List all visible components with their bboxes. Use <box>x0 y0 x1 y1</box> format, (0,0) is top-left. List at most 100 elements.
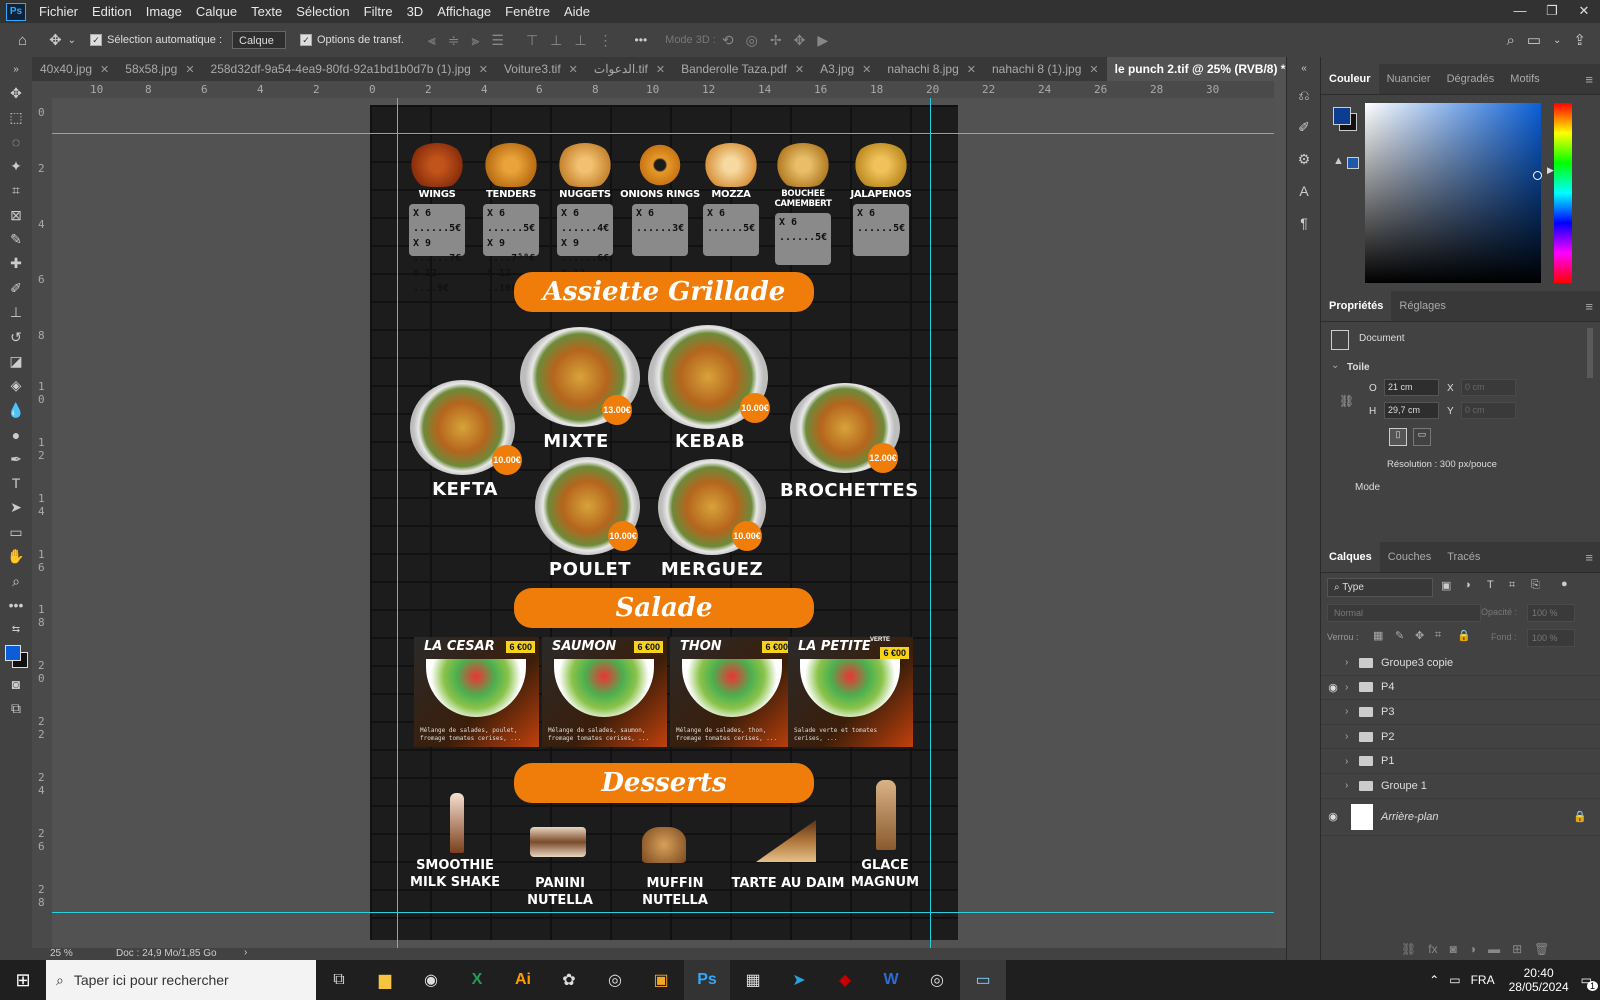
width-field[interactable]: 21 cm <box>1384 379 1439 396</box>
layer-p1[interactable]: › P1 <box>1321 749 1600 774</box>
guide-vertical-right[interactable] <box>930 98 931 950</box>
menu-texte[interactable]: Texte <box>244 4 289 19</box>
history-brush-icon[interactable]: ↺ <box>0 325 32 349</box>
menu-fenetre[interactable]: Fenêtre <box>498 4 557 19</box>
color-swap-icon[interactable]: ⇆ <box>0 618 32 642</box>
landscape-icon[interactable]: ▭ <box>1413 428 1431 446</box>
layer-arriere-plan[interactable]: ◉ Arrière-plan 🔒 <box>1321 799 1600 836</box>
blend-mode-dropdown[interactable]: Normal <box>1327 604 1481 622</box>
height-field[interactable]: 29,7 cm <box>1384 402 1439 419</box>
chrome-icon[interactable]: ◎ <box>914 960 960 1000</box>
menu-image[interactable]: Image <box>139 4 189 19</box>
align-center-icon[interactable]: ≑ <box>448 32 460 49</box>
transform-options-checkbox[interactable]: ✓ Options de transf. <box>300 34 404 46</box>
screen-mode-icon[interactable]: ⧉ <box>0 696 32 720</box>
history-icon[interactable]: ⎌ <box>1287 79 1321 111</box>
zoom-level[interactable]: 25 % <box>50 948 73 959</box>
blur-tool-icon[interactable]: 💧 <box>0 398 32 422</box>
tab-invitations[interactable]: الدعوات.tif ✕ <box>586 57 673 81</box>
new-layer-icon[interactable]: ⊞ <box>1512 942 1522 956</box>
3d-slide-icon[interactable]: ✥ <box>794 32 806 49</box>
menu-aide[interactable]: Aide <box>557 4 597 19</box>
chevron-right-icon[interactable]: › <box>1345 780 1359 791</box>
new-group-icon[interactable]: ▬ <box>1488 942 1500 956</box>
menu-calque[interactable]: Calque <box>189 4 244 19</box>
3d-pan-icon[interactable]: ✢ <box>770 32 782 49</box>
layer-p3[interactable]: › P3 <box>1321 700 1600 725</box>
tab-motifs[interactable]: Motifs <box>1502 64 1547 94</box>
dodge-tool-icon[interactable]: ● <box>0 422 32 446</box>
brush-tool-icon[interactable]: ✐ <box>0 276 32 300</box>
auto-select-checkbox[interactable]: ✓ Sélection automatique : <box>90 34 222 46</box>
path-select-icon[interactable]: ➤ <box>0 496 32 520</box>
restore-icon[interactable]: ❐ <box>1536 0 1568 22</box>
vertical-ruler[interactable]: 0 2 4 6 8 1 0 1 2 1 4 1 6 1 8 2 0 2 2 2 … <box>32 98 53 950</box>
notifications-icon[interactable]: ▭ 1 <box>1581 973 1598 991</box>
type-tool-icon[interactable]: T <box>0 471 32 495</box>
tab-degrades[interactable]: Dégradés <box>1439 64 1503 94</box>
tab-le-punch-2[interactable]: le punch 2.tif @ 25% (RVB/8) *✕ <box>1106 57 1286 81</box>
crop-tool-icon[interactable]: ⌗ <box>0 179 32 203</box>
menu-filtre[interactable]: Filtre <box>357 4 400 19</box>
visibility-toggle[interactable] <box>1321 657 1345 669</box>
x-field[interactable]: 0 cm <box>1461 379 1516 396</box>
quick-mask-icon[interactable]: ◙ <box>0 672 32 696</box>
close-icon[interactable]: ✕ <box>1568 0 1600 22</box>
visibility-toggle[interactable] <box>1321 706 1345 718</box>
more-tools-icon[interactable]: ••• <box>0 593 32 617</box>
tab-nahachi-8[interactable]: nahachi 8.jpg ✕ <box>879 57 984 81</box>
file-explorer-icon[interactable]: ▆ <box>362 960 408 1000</box>
photoshop-icon[interactable]: Ps <box>684 960 730 1000</box>
guide-vertical-left[interactable] <box>397 98 398 950</box>
chevron-right-icon[interactable]: › <box>1345 657 1359 668</box>
panel-menu-icon[interactable]: ≡ <box>1585 550 1593 565</box>
telegram-icon[interactable]: ➤ <box>776 960 822 1000</box>
excel-icon[interactable]: X <box>454 960 500 1000</box>
network-icon[interactable]: ▭ <box>1449 973 1460 987</box>
chevron-right-icon[interactable]: › <box>1345 682 1359 693</box>
chevron-right-icon[interactable]: › <box>244 947 247 958</box>
tab-reglages[interactable]: Réglages <box>1391 291 1453 321</box>
word-icon[interactable]: W <box>868 960 914 1000</box>
filter-smart-icon[interactable]: ⎘ <box>1531 579 1540 592</box>
menu-3d[interactable]: 3D <box>400 4 431 19</box>
tab-258d32df[interactable]: 258d32df-9a54-4ea9-80fd-92a1bd1b0d7b (1)… <box>203 57 496 81</box>
color-picker-cursor[interactable] <box>1533 171 1542 180</box>
visibility-toggle[interactable] <box>1321 731 1345 743</box>
panel-menu-icon[interactable]: ≡ <box>1585 299 1593 314</box>
delete-layer-icon[interactable]: 🗑 <box>1534 942 1549 956</box>
lock-artboard-icon[interactable]: ⌗ <box>1435 629 1441 642</box>
tab-couches[interactable]: Couches <box>1380 542 1439 572</box>
close-tab-icon[interactable]: ✕ <box>1089 63 1098 76</box>
foreground-color-swatch[interactable] <box>5 644 21 661</box>
3d-camera-icon[interactable]: ▶ <box>817 32 828 49</box>
lock-transparent-icon[interactable]: ▦ <box>1373 629 1383 642</box>
brush-settings-icon[interactable]: ✐ <box>1287 111 1321 143</box>
websafe-swatch[interactable] <box>1347 157 1359 169</box>
layer-p4[interactable]: ◉ › P4 <box>1321 676 1600 701</box>
app-icon[interactable]: ▣ <box>638 960 684 1000</box>
collapse-icon[interactable]: « <box>1287 57 1321 79</box>
lock-icon[interactable]: 🔒 <box>1573 810 1587 823</box>
foreground-color-swatch[interactable] <box>1333 107 1351 125</box>
chevron-right-icon[interactable]: › <box>1345 731 1359 742</box>
zoom-tool-icon[interactable]: ⌕ <box>0 569 32 593</box>
tab-calques[interactable]: Calques <box>1321 542 1380 572</box>
align-bottom-icon[interactable]: ⊥ <box>574 32 586 49</box>
guide-horizontal-top[interactable] <box>52 133 1274 134</box>
minimize-icon[interactable]: — <box>1504 0 1536 22</box>
lock-all-icon[interactable]: 🔒 <box>1457 629 1471 642</box>
close-tab-icon[interactable]: ✕ <box>862 63 871 76</box>
panel-menu-icon[interactable]: ≡ <box>1585 72 1593 87</box>
tab-nuancier[interactable]: Nuancier <box>1379 64 1439 94</box>
hue-slider[interactable] <box>1554 103 1572 283</box>
move-tool-icon[interactable]: ✥ <box>49 31 62 49</box>
share-icon[interactable]: ⇪ <box>1573 31 1586 49</box>
eraser-tool-icon[interactable]: ◪ <box>0 349 32 373</box>
menu-fichier[interactable]: Fichier <box>32 4 85 19</box>
frame-tool-icon[interactable]: ⊠ <box>0 203 32 227</box>
tab-58x58[interactable]: 58x58.jpg ✕ <box>117 57 202 81</box>
taskbar-search[interactable]: ⌕ Taper ici pour rechercher <box>46 960 316 1000</box>
close-tab-icon[interactable]: ✕ <box>479 63 488 76</box>
fill-field[interactable]: 100 % <box>1527 629 1575 647</box>
